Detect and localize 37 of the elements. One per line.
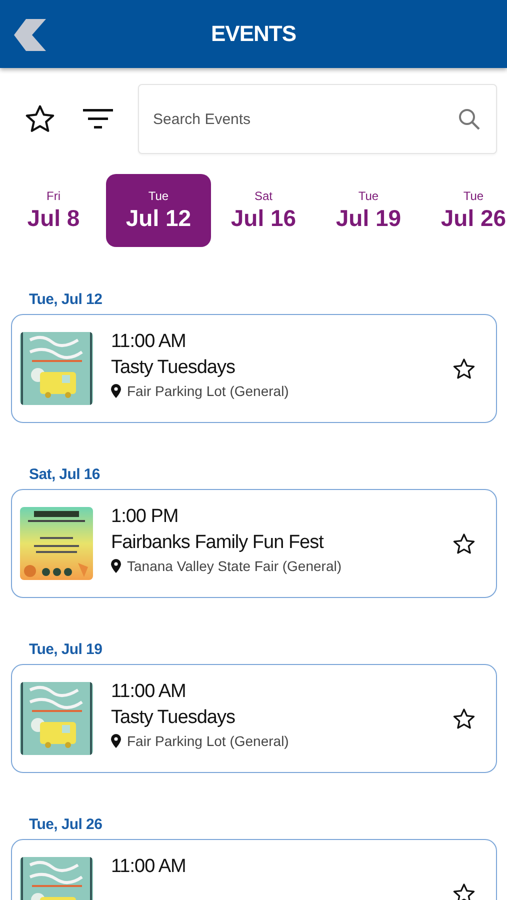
event-time: 11:00 AM <box>111 331 187 353</box>
event-location: Fair Parking Lot (General) <box>127 383 289 399</box>
star-icon <box>24 103 56 135</box>
favorite-star-button[interactable] <box>452 356 476 380</box>
date-tab[interactable]: Tue Jul 19 <box>316 174 421 247</box>
event-title: Tasty Tuesdays <box>111 707 236 729</box>
location-pin-icon <box>111 734 121 748</box>
filter-icon <box>82 107 114 131</box>
event-time: 11:00 AM <box>111 856 187 878</box>
favorite-star-button[interactable] <box>452 532 476 556</box>
date-heading: Sat, Jul 16 <box>29 466 101 483</box>
location-pin-icon <box>111 384 121 398</box>
event-time: 1:00 PM <box>111 506 180 528</box>
event-time: 11:00 AM <box>111 681 187 703</box>
search-icon <box>457 107 481 131</box>
date-tab[interactable]: Fri Jul 8 <box>1 174 106 247</box>
event-title: Tasty Tuesdays <box>111 357 236 379</box>
date-heading: Tue, Jul 12 <box>29 291 104 308</box>
chevron-left-icon <box>12 17 48 53</box>
search-field[interactable]: Search Events <box>138 84 497 154</box>
location-pin-icon <box>111 559 121 573</box>
event-card[interactable]: 1:00 PM Fairbanks Family Fun Fest Tanana Valley State Fair (General) <box>11 489 497 598</box>
event-location: Tanana Valley State Fair (General) <box>127 558 342 574</box>
date-heading: Tue, Jul 19 <box>29 641 104 658</box>
date-tab[interactable]: Tue Jul 26 <box>421 174 507 247</box>
favorite-star-button[interactable] <box>452 706 476 730</box>
event-card[interactable]: 11:00 AM <box>11 839 497 900</box>
event-title: Fairbanks Family Fun Fest <box>111 532 325 554</box>
page-title: EVENTS <box>210 21 296 47</box>
favorite-star-button[interactable] <box>452 882 476 900</box>
date-heading: Tue, Jul 26 <box>29 816 104 833</box>
event-card[interactable]: 11:00 AM Tasty Tuesdays Fair Parking Lot (General) <box>11 664 497 773</box>
event-card[interactable]: 11:00 AM Tasty Tuesdays Fair Parking Lot (General) <box>11 314 497 423</box>
date-tab[interactable]: Sat Jul 16 <box>211 174 316 247</box>
back-button[interactable] <box>12 17 48 53</box>
event-location: Fair Parking Lot (General) <box>127 733 289 749</box>
date-tab[interactable]: Tue Jul 12 <box>106 174 211 247</box>
